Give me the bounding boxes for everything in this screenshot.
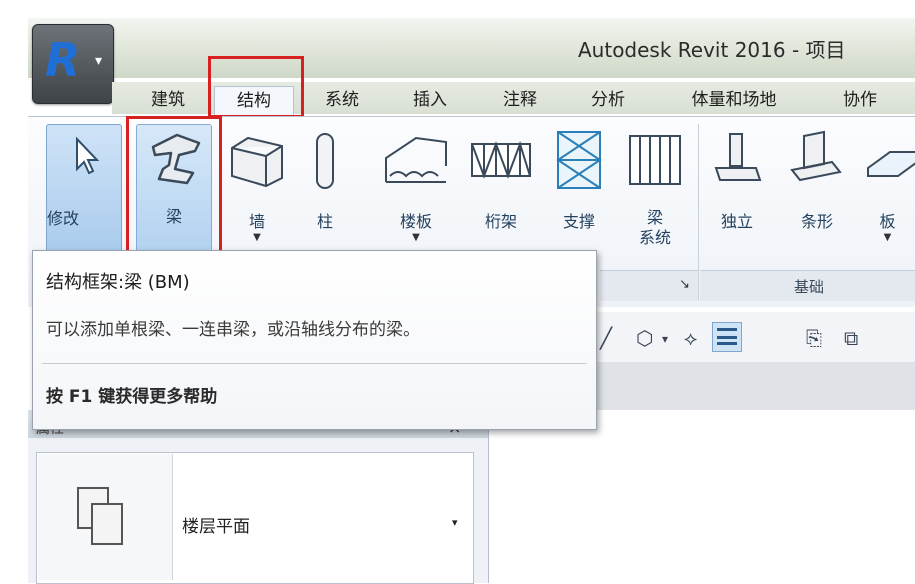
wall-button[interactable]: 墙 ▼ xyxy=(224,128,290,256)
truss-button[interactable]: 桁架 xyxy=(464,128,538,256)
slab-icon xyxy=(867,151,915,177)
foundation-panel-label: 基础 xyxy=(794,278,825,296)
isolated-label: 独立 xyxy=(720,212,753,231)
drawing-area[interactable] xyxy=(488,410,915,583)
brace-label: 支撑 xyxy=(562,212,595,231)
slash-icon: ╱ xyxy=(600,326,613,350)
tab-insert[interactable]: 插入 xyxy=(402,86,458,114)
chevron-down-icon: ▾ xyxy=(95,53,103,69)
type-name: 楼层平面 xyxy=(182,517,250,537)
slab-label: 板 xyxy=(879,212,896,231)
wall-label: 墙 xyxy=(248,212,265,231)
wall-foundation-button[interactable]: 条形 xyxy=(782,128,852,256)
beam-button-highlight xyxy=(126,116,222,258)
brace-icon xyxy=(556,131,602,189)
truss-icon xyxy=(471,140,531,179)
beam-system-button[interactable]: 梁 系统 xyxy=(620,128,690,268)
floor-plan-icon xyxy=(77,487,123,545)
thin-lines-icon[interactable] xyxy=(712,322,742,352)
beam-system-label-1: 梁 xyxy=(646,208,663,227)
modify-label: 修改 xyxy=(47,209,80,228)
brace-button[interactable]: 支撑 xyxy=(546,128,612,256)
tooltip-title: 结构框架:梁 (BM) xyxy=(46,272,190,293)
beam-system-label-2: 系统 xyxy=(638,228,671,247)
tooltip-divider xyxy=(42,363,587,364)
chevron-down-icon[interactable]: ▾ xyxy=(452,516,458,529)
tag-icon[interactable]: ⎘ xyxy=(806,326,822,350)
wall-foundation-label: 条形 xyxy=(800,212,833,231)
chevron-down-icon[interactable]: ▾ xyxy=(662,332,668,346)
switch-windows-icon[interactable]: ⧉ xyxy=(844,326,858,350)
window-title: Autodesk Revit 2016 - 项目 xyxy=(578,38,846,62)
column-icon xyxy=(316,133,334,189)
tab-massing-site[interactable]: 体量和场地 xyxy=(670,86,798,114)
panel-launcher-icon[interactable]: ↘ xyxy=(679,277,690,292)
cursor-arrow-icon xyxy=(76,136,100,175)
column-label: 柱 xyxy=(316,212,333,231)
column-button[interactable]: 柱 xyxy=(296,128,354,256)
structure-tab-highlight xyxy=(208,56,304,118)
chevron-down-icon: ▼ xyxy=(253,232,261,243)
foundation-panel-footer: 基础 xyxy=(700,270,915,301)
wall-foundation-icon xyxy=(790,130,842,182)
modify-button[interactable]: 修改 xyxy=(46,124,122,254)
truss-label: 桁架 xyxy=(484,212,517,231)
floor-label: 楼板 xyxy=(399,212,432,231)
chevron-down-icon: ▼ xyxy=(883,232,892,243)
structure-panel-footer: ↘ xyxy=(600,270,698,301)
tab-architecture[interactable]: 建筑 xyxy=(140,86,196,114)
tab-collaborate[interactable]: 协作 xyxy=(832,86,888,114)
section-icon[interactable]: ⟡ xyxy=(684,326,697,350)
isolated-foundation-icon xyxy=(714,133,762,181)
slab-button[interactable]: 板 ▼ xyxy=(860,128,915,256)
view-tab-strip xyxy=(594,362,915,410)
wall-icon xyxy=(231,136,283,188)
3d-view-icon[interactable]: ⬡ xyxy=(636,326,653,350)
tab-systems[interactable]: 系统 xyxy=(314,86,370,114)
floor-icon xyxy=(385,136,447,183)
floor-button[interactable]: 楼板 ▼ xyxy=(376,128,456,256)
tab-annotate[interactable]: 注释 xyxy=(492,86,548,114)
application-menu-button[interactable]: R ▾ xyxy=(32,24,114,104)
isolated-foundation-button[interactable]: 独立 xyxy=(706,128,768,256)
tooltip-help: 按 F1 键获得更多帮助 xyxy=(46,387,218,407)
revit-logo-icon: R xyxy=(45,33,81,87)
type-thumbnail xyxy=(38,454,173,580)
chevron-down-icon: ▼ xyxy=(412,232,420,243)
tab-analyze[interactable]: 分析 xyxy=(580,86,636,114)
panel-divider xyxy=(698,124,699,300)
tooltip-description: 可以添加单根梁、一连串梁，或沿轴线分布的梁。 xyxy=(46,320,420,340)
beam-system-icon xyxy=(629,135,681,185)
